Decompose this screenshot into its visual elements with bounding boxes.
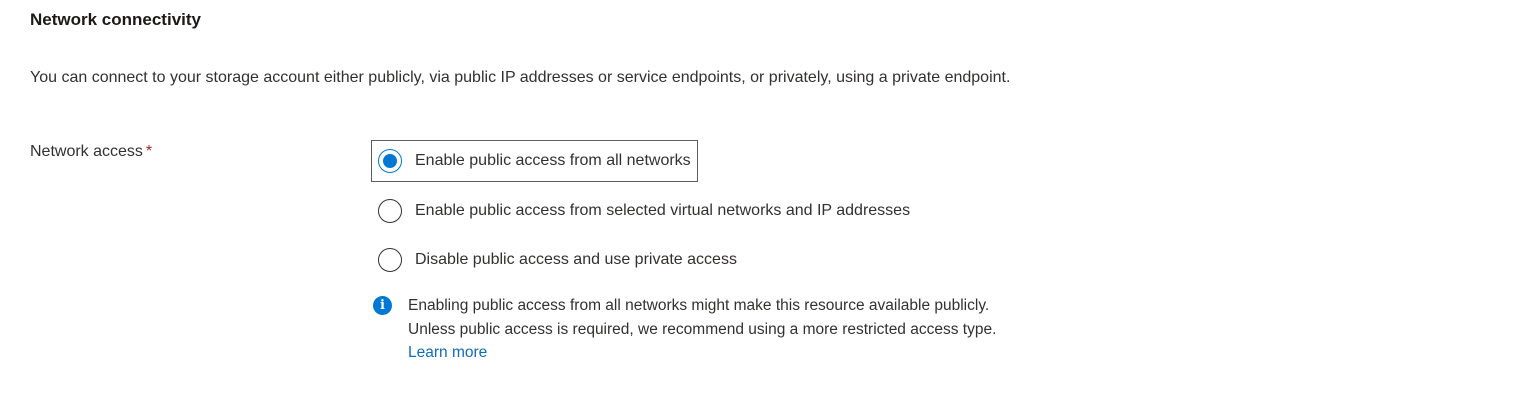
radio-checked-icon[interactable] — [378, 149, 402, 173]
radio-unchecked-icon[interactable] — [378, 199, 402, 223]
info-message: i Enabling public access from all networ… — [373, 294, 1028, 365]
section-title: Network connectivity — [30, 10, 201, 29]
network-access-label: Network access * — [30, 140, 152, 163]
radio-option-selected-networks[interactable]: Enable public access from selected virtu… — [371, 190, 916, 232]
radio-unchecked-icon[interactable] — [378, 248, 402, 272]
radio-option-label: Enable public access from all networks — [415, 152, 691, 169]
radio-option-all-networks[interactable]: Enable public access from all networks — [371, 140, 698, 182]
required-marker: * — [145, 143, 153, 160]
network-access-label-text: Network access — [30, 143, 143, 160]
info-text-body: Enabling public access from all networks… — [408, 297, 997, 338]
info-icon: i — [373, 296, 392, 315]
radio-option-disable-public[interactable]: Disable public access and use private ac… — [371, 239, 743, 281]
section-description: You can connect to your storage account … — [30, 69, 1011, 86]
learn-more-link[interactable]: Learn more — [408, 344, 487, 361]
radio-option-label: Disable public access and use private ac… — [415, 251, 737, 268]
info-text: Enabling public access from all networks… — [408, 294, 1028, 365]
radio-option-label: Enable public access from selected virtu… — [415, 202, 911, 219]
